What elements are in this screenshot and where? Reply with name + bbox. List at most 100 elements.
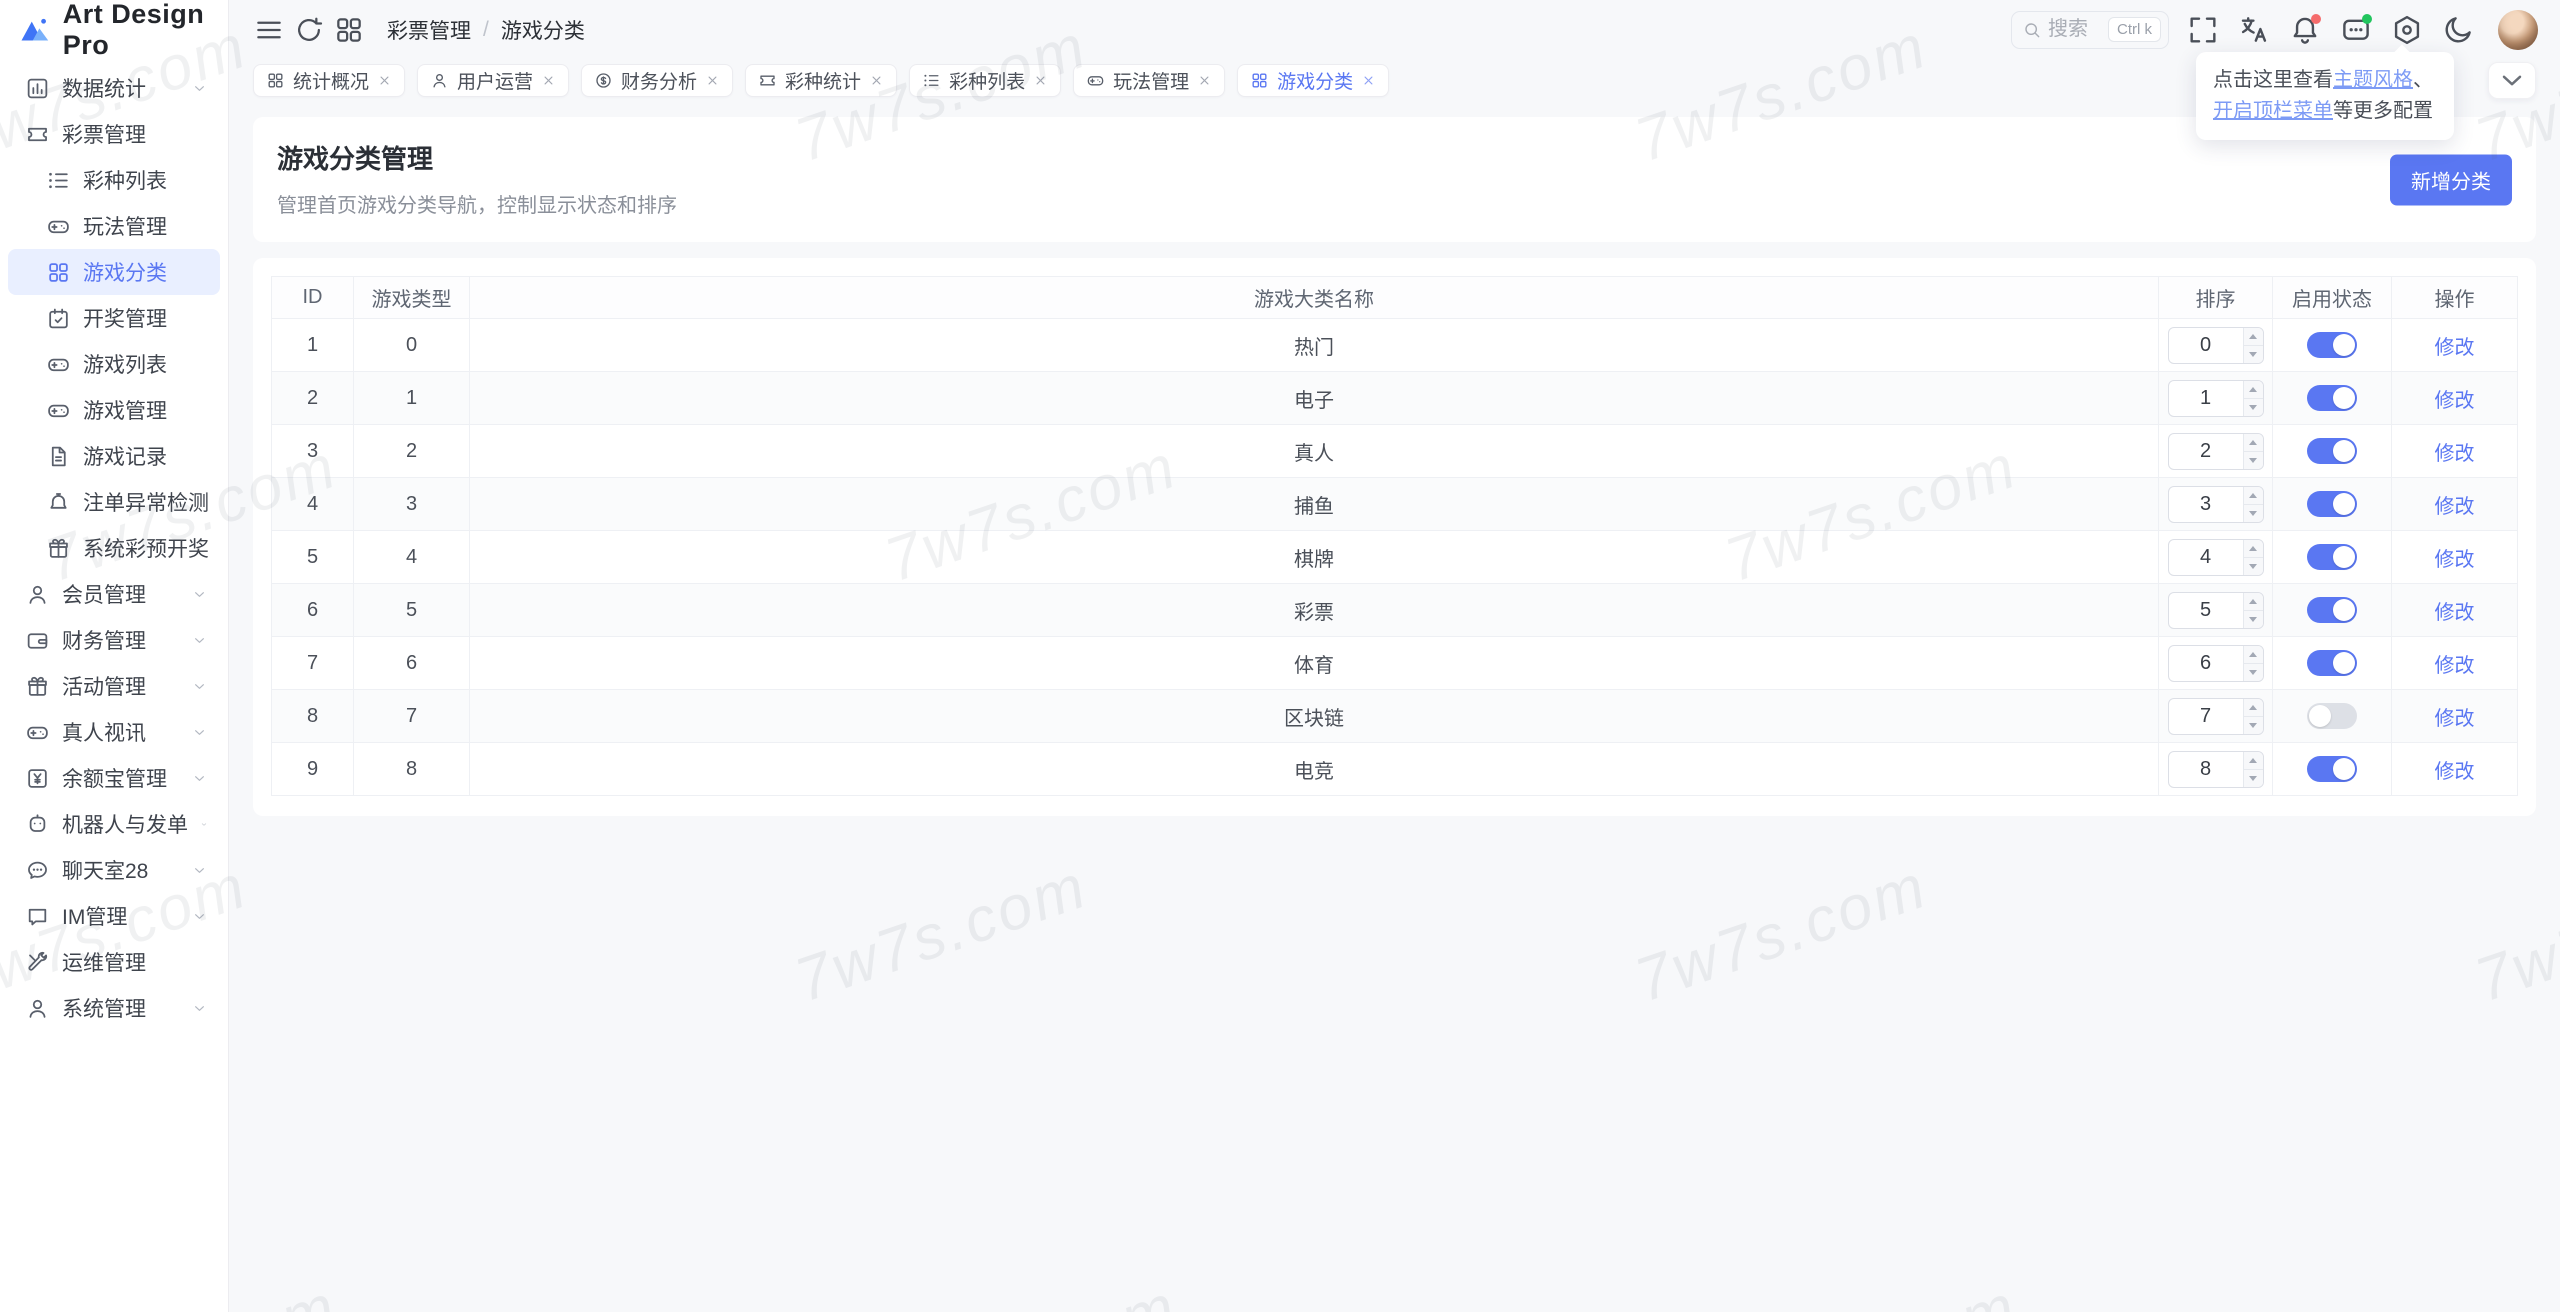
sidebar-item-11[interactable]: 会员管理 xyxy=(8,571,220,617)
settings-icon[interactable] xyxy=(2390,13,2424,47)
search-box[interactable]: Ctrl k xyxy=(2011,11,2169,49)
enable-toggle[interactable] xyxy=(2307,756,2357,782)
increment-icon[interactable] xyxy=(2244,328,2263,346)
edit-link[interactable]: 修改 xyxy=(2435,708,2475,730)
sidebar-item-8[interactable]: 游戏记录 xyxy=(8,433,220,479)
decrement-icon[interactable] xyxy=(2244,346,2263,363)
tab-overflow-button[interactable] xyxy=(2488,62,2536,99)
number-spinner[interactable] xyxy=(2243,487,2263,522)
close-icon[interactable] xyxy=(705,73,720,88)
sort-input[interactable]: 7 xyxy=(2168,698,2264,735)
enable-toggle[interactable] xyxy=(2307,385,2357,411)
tab-1[interactable]: 用户运营 xyxy=(417,64,569,97)
theme-style-link[interactable]: 主题风格 xyxy=(2333,69,2413,91)
enable-toggle[interactable] xyxy=(2307,597,2357,623)
increment-icon[interactable] xyxy=(2244,540,2263,558)
number-spinner[interactable] xyxy=(2243,434,2263,469)
add-category-button[interactable]: 新增分类 xyxy=(2390,154,2512,205)
sidebar-item-13[interactable]: 活动管理 xyxy=(8,663,220,709)
tab-5[interactable]: 玩法管理 xyxy=(1073,64,1225,97)
edit-link[interactable]: 修改 xyxy=(2435,443,2475,465)
sidebar-item-6[interactable]: 游戏列表 xyxy=(8,341,220,387)
sort-input[interactable]: 6 xyxy=(2168,645,2264,682)
close-icon[interactable] xyxy=(869,73,884,88)
enable-toggle[interactable] xyxy=(2307,703,2357,729)
chatdot-icon[interactable] xyxy=(2339,13,2373,47)
sidebar-item-15[interactable]: 余额宝管理 xyxy=(8,755,220,801)
increment-icon[interactable] xyxy=(2244,699,2263,717)
number-spinner[interactable] xyxy=(2243,646,2263,681)
enable-toggle[interactable] xyxy=(2307,544,2357,570)
close-icon[interactable] xyxy=(1033,73,1048,88)
decrement-icon[interactable] xyxy=(2244,558,2263,575)
number-spinner[interactable] xyxy=(2243,752,2263,787)
increment-icon[interactable] xyxy=(2244,646,2263,664)
tab-6[interactable]: 游戏分类 xyxy=(1237,64,1389,97)
collapse-menu-button[interactable] xyxy=(253,14,285,46)
sidebar-item-4[interactable]: 游戏分类 xyxy=(8,249,220,295)
edit-link[interactable]: 修改 xyxy=(2435,602,2475,624)
close-icon[interactable] xyxy=(1361,73,1376,88)
sidebar-item-0[interactable]: 数据统计 xyxy=(8,65,220,111)
enable-toggle[interactable] xyxy=(2307,650,2357,676)
edit-link[interactable]: 修改 xyxy=(2435,549,2475,571)
sort-input[interactable]: 2 xyxy=(2168,433,2264,470)
close-icon[interactable] xyxy=(541,73,556,88)
decrement-icon[interactable] xyxy=(2244,399,2263,416)
close-icon[interactable] xyxy=(377,73,392,88)
sidebar-item-14[interactable]: 真人视讯 xyxy=(8,709,220,755)
sidebar-item-3[interactable]: 玩法管理 xyxy=(8,203,220,249)
close-icon[interactable] xyxy=(1197,73,1212,88)
increment-icon[interactable] xyxy=(2244,434,2263,452)
tab-4[interactable]: 彩种列表 xyxy=(909,64,1061,97)
decrement-icon[interactable] xyxy=(2244,505,2263,522)
sidebar-item-17[interactable]: 聊天室28 xyxy=(8,847,220,893)
number-spinner[interactable] xyxy=(2243,328,2263,363)
decrement-icon[interactable] xyxy=(2244,664,2263,681)
sort-input[interactable]: 0 xyxy=(2168,327,2264,364)
tab-0[interactable]: 统计概况 xyxy=(253,64,405,97)
increment-icon[interactable] xyxy=(2244,593,2263,611)
sidebar-item-20[interactable]: 系统管理 xyxy=(8,985,220,1031)
tab-3[interactable]: 彩种统计 xyxy=(745,64,897,97)
tab-2[interactable]: 财务分析 xyxy=(581,64,733,97)
decrement-icon[interactable] xyxy=(2244,717,2263,734)
edit-link[interactable]: 修改 xyxy=(2435,655,2475,677)
number-spinner[interactable] xyxy=(2243,593,2263,628)
number-spinner[interactable] xyxy=(2243,381,2263,416)
moon-icon[interactable] xyxy=(2441,13,2475,47)
edit-link[interactable]: 修改 xyxy=(2435,496,2475,518)
enable-toggle[interactable] xyxy=(2307,332,2357,358)
search-input[interactable] xyxy=(2048,18,2102,41)
sidebar-item-2[interactable]: 彩种列表 xyxy=(8,157,220,203)
increment-icon[interactable] xyxy=(2244,381,2263,399)
breadcrumb-parent[interactable]: 彩票管理 xyxy=(387,15,471,45)
sort-input[interactable]: 5 xyxy=(2168,592,2264,629)
sidebar-item-7[interactable]: 游戏管理 xyxy=(8,387,220,433)
sidebar-item-18[interactable]: IM管理 xyxy=(8,893,220,939)
translate-icon[interactable] xyxy=(2237,13,2271,47)
sort-input[interactable]: 3 xyxy=(2168,486,2264,523)
increment-icon[interactable] xyxy=(2244,752,2263,770)
sidebar-item-16[interactable]: 机器人与发单 xyxy=(8,801,220,847)
sidebar-item-19[interactable]: 运维管理 xyxy=(8,939,220,985)
edit-link[interactable]: 修改 xyxy=(2435,390,2475,412)
sidebar-item-12[interactable]: 财务管理 xyxy=(8,617,220,663)
avatar[interactable] xyxy=(2498,10,2538,50)
edit-link[interactable]: 修改 xyxy=(2435,337,2475,359)
bell-icon[interactable] xyxy=(2288,13,2322,47)
edit-link[interactable]: 修改 xyxy=(2435,761,2475,783)
number-spinner[interactable] xyxy=(2243,540,2263,575)
sidebar-item-1[interactable]: 彩票管理 xyxy=(8,111,220,157)
fullscreen-icon[interactable] xyxy=(2186,13,2220,47)
sidebar-item-5[interactable]: 开奖管理 xyxy=(8,295,220,341)
sidebar-item-10[interactable]: 系统彩预开奖 xyxy=(8,525,220,571)
decrement-icon[interactable] xyxy=(2244,452,2263,469)
top-menu-link[interactable]: 开启顶栏菜单 xyxy=(2213,100,2333,122)
sort-input[interactable]: 4 xyxy=(2168,539,2264,576)
increment-icon[interactable] xyxy=(2244,487,2263,505)
decrement-icon[interactable] xyxy=(2244,611,2263,628)
sidebar-item-9[interactable]: 注单异常检测 xyxy=(8,479,220,525)
sort-input[interactable]: 1 xyxy=(2168,380,2264,417)
enable-toggle[interactable] xyxy=(2307,438,2357,464)
